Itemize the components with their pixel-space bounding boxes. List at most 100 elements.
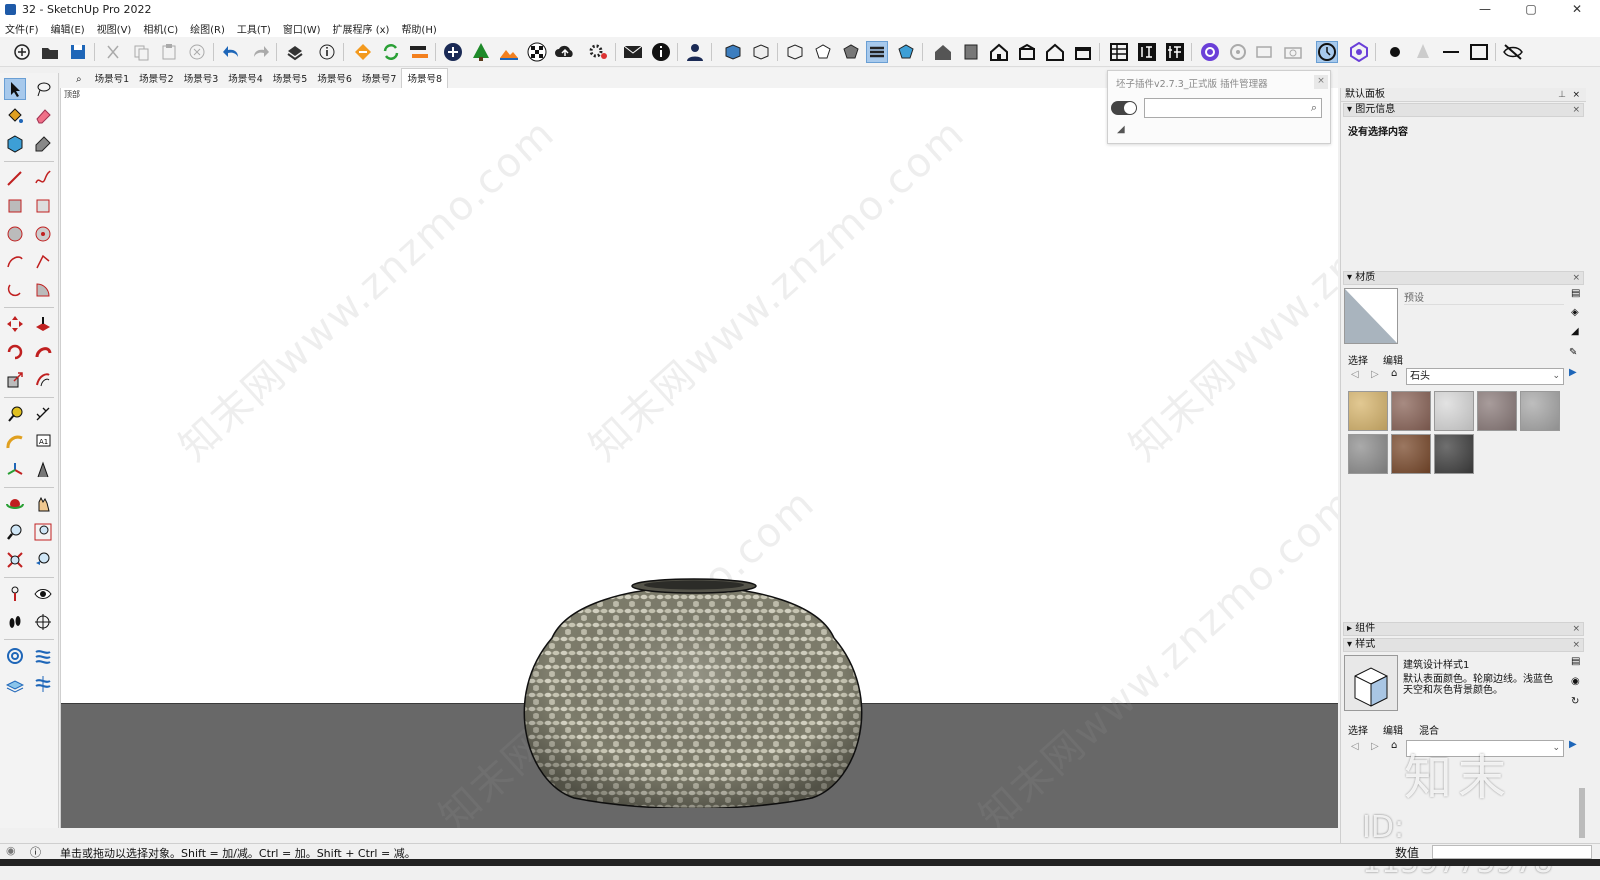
menu-view[interactable]: 视图(V)	[97, 21, 132, 36]
cone-plugin-icon[interactable]	[1412, 41, 1434, 63]
details-arrow-icon[interactable]: ▶	[1569, 367, 1577, 378]
display-secondary-icon[interactable]: ▤	[1571, 288, 1580, 299]
undo-icon[interactable]	[221, 41, 243, 63]
pan-hand-icon[interactable]	[32, 493, 54, 515]
close-icon[interactable]: ×	[1572, 639, 1580, 651]
forward-arrow-icon[interactable]: ▷	[1371, 741, 1379, 752]
refresh-style-icon[interactable]: ↻	[1571, 696, 1579, 707]
model-info-icon[interactable]	[316, 41, 338, 63]
search-icon[interactable]: ⌕	[1311, 101, 1317, 115]
new-file-icon[interactable]	[11, 41, 33, 63]
two-point-arc-icon[interactable]	[32, 251, 54, 273]
view-top-icon[interactable]	[750, 41, 772, 63]
cut-icon[interactable]	[102, 41, 124, 63]
line-plugin-icon[interactable]	[1440, 41, 1462, 63]
look-around-eye-icon[interactable]	[32, 583, 54, 605]
sample-paint-icon[interactable]: ✎	[1569, 347, 1577, 358]
pin-icon[interactable]: ⊥	[1558, 88, 1566, 102]
tab-scene-1[interactable]: 场景号1	[90, 71, 135, 88]
lasso-select-icon[interactable]	[32, 78, 54, 100]
zoom-window-icon[interactable]	[32, 521, 54, 543]
close-icon[interactable]: ×	[1572, 272, 1580, 284]
styles-header[interactable]: ▾ 样式 ×	[1343, 638, 1584, 652]
material-swatch[interactable]	[1348, 391, 1388, 431]
house-right-icon[interactable]	[1016, 41, 1038, 63]
material-name-field[interactable]: 预设	[1404, 289, 1564, 305]
drawing-viewport[interactable]: 顶部 知末网www.znzmo.com 知末网www.znzmo.com 知末网…	[60, 88, 1338, 828]
select-arrow-icon[interactable]	[4, 78, 26, 100]
walk-footprints-icon[interactable]	[4, 611, 26, 633]
follow-me-icon[interactable]	[32, 341, 54, 363]
info-icon[interactable]: ⓘ	[30, 844, 41, 860]
mail-icon[interactable]	[622, 41, 644, 63]
zoom-extents-icon[interactable]	[4, 549, 26, 571]
materials-tab-edit[interactable]: 编辑	[1383, 352, 1403, 367]
three-point-arc-icon[interactable]	[4, 279, 26, 301]
transfer-icon[interactable]	[408, 41, 430, 63]
dot-plugin-icon[interactable]	[1384, 41, 1406, 63]
plugin-mo-icon[interactable]	[1164, 41, 1186, 63]
textured-style-icon[interactable]	[866, 41, 888, 63]
geolocation-icon[interactable]: ◉	[6, 844, 16, 857]
components-header[interactable]: ▸ 组件 ×	[1343, 622, 1584, 636]
style-update-icon[interactable]: ▤	[1571, 656, 1580, 667]
tab-scene-6[interactable]: 场景号6	[312, 71, 357, 88]
settings-gear-icon[interactable]	[588, 41, 610, 63]
tab-scene-5[interactable]: 场景号5	[268, 71, 313, 88]
menu-file[interactable]: 文件(F)	[5, 21, 39, 36]
hide-eye-icon[interactable]	[1502, 41, 1524, 63]
scene-search-icon[interactable]: ⌕	[74, 74, 90, 88]
materials-header[interactable]: ▾ 材质 ×	[1343, 271, 1584, 285]
minimize-button[interactable]: —	[1462, 0, 1508, 19]
styles-tab-edit[interactable]: 编辑	[1383, 722, 1403, 737]
tab-scene-4[interactable]: 场景号4	[223, 71, 268, 88]
measurement-input[interactable]	[1432, 845, 1592, 859]
add-circle-icon[interactable]	[442, 41, 464, 63]
stamp-icon[interactable]	[4, 673, 26, 695]
menu-help[interactable]: 帮助(H)	[401, 21, 436, 36]
material-swatch[interactable]	[1477, 391, 1517, 431]
tag-icon[interactable]	[32, 133, 54, 155]
tab-scene-8[interactable]: 场景号8	[401, 68, 448, 88]
menu-draw[interactable]: 绘图(R)	[190, 21, 225, 36]
dimension-icon[interactable]	[32, 403, 54, 425]
eraser-icon[interactable]	[32, 105, 54, 127]
styles-tab-mix[interactable]: 混合	[1419, 722, 1439, 737]
house-left-icon[interactable]	[1072, 41, 1094, 63]
clock-plugin-icon[interactable]	[1316, 41, 1338, 63]
checker-icon[interactable]	[526, 41, 548, 63]
move-icon[interactable]	[4, 313, 26, 335]
forward-arrow-icon[interactable]: ▷	[1371, 369, 1379, 380]
3d-text-icon[interactable]	[32, 459, 54, 481]
tab-scene-3[interactable]: 场景号3	[179, 71, 224, 88]
open-folder-icon[interactable]	[39, 41, 61, 63]
scale-icon[interactable]	[4, 369, 26, 391]
rectangle-icon[interactable]	[4, 195, 26, 217]
close-icon[interactable]: ×	[1572, 623, 1580, 635]
brush-icon[interactable]: ◢	[1117, 124, 1125, 135]
maximize-button[interactable]: ▢	[1508, 0, 1554, 19]
info-icon[interactable]	[650, 41, 672, 63]
component-icon[interactable]	[4, 133, 26, 155]
camera-icon[interactable]	[1283, 41, 1305, 63]
p-plugin-icon[interactable]	[1199, 41, 1221, 63]
home-icon[interactable]: ⌂	[1391, 368, 1397, 379]
plugin-huan-icon[interactable]	[1136, 41, 1158, 63]
rotate-icon[interactable]	[4, 341, 26, 363]
previous-view-icon[interactable]	[32, 549, 54, 571]
copy-icon[interactable]	[130, 41, 152, 63]
plugin-manager-icon[interactable]	[352, 41, 374, 63]
drape-icon[interactable]	[32, 673, 54, 695]
tab-scene-7[interactable]: 场景号7	[357, 71, 402, 88]
material-swatch[interactable]	[1391, 434, 1431, 474]
protractor-icon[interactable]	[4, 431, 26, 453]
close-button[interactable]: ✕	[1554, 0, 1600, 19]
menu-window[interactable]: 窗口(W)	[283, 21, 321, 36]
table-icon[interactable]	[1108, 41, 1130, 63]
user-icon[interactable]	[684, 41, 706, 63]
paint-bucket-icon[interactable]	[4, 105, 26, 127]
arc-icon[interactable]	[4, 251, 26, 273]
section-plane-icon[interactable]	[32, 611, 54, 633]
tree-icon[interactable]	[470, 41, 492, 63]
create-material-icon[interactable]: ◈	[1571, 307, 1579, 318]
